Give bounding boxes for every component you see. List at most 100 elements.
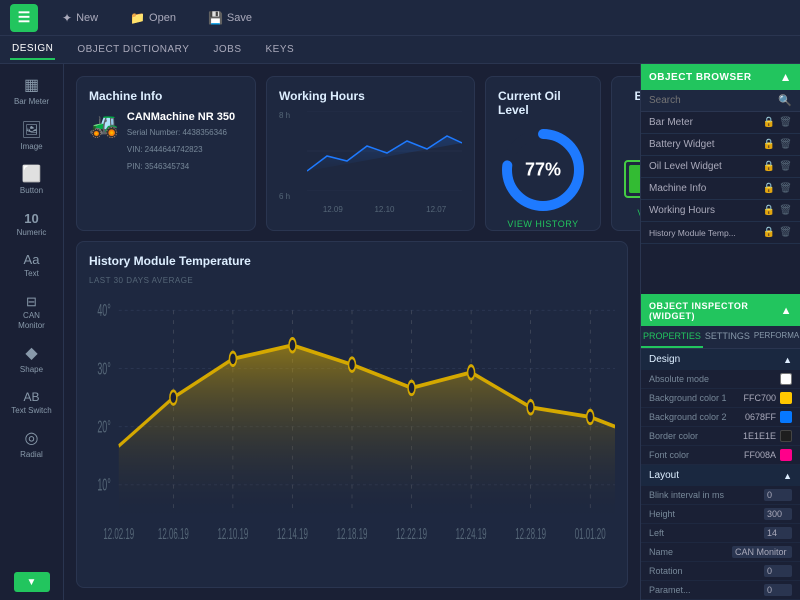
paramet-input[interactable] — [764, 584, 792, 596]
new-button[interactable]: ✦ New — [54, 7, 106, 29]
battery-cell-1 — [629, 165, 640, 193]
object-browser-title: OBJECT BROWSER — [649, 72, 752, 83]
font-color-swatch[interactable] — [780, 449, 792, 461]
svg-text:12.14.19: 12.14.19 — [277, 525, 308, 543]
x-label-1: 12.09 — [323, 205, 343, 214]
name-input[interactable] — [732, 546, 792, 558]
sidebar-item-radial[interactable]: ◎ Radial — [7, 425, 57, 466]
tab-jobs[interactable]: JOBS — [211, 40, 243, 59]
oil-level-value: 77% — [525, 160, 561, 181]
working-hours-title: Working Hours — [279, 89, 462, 103]
save-icon: 💾 — [208, 11, 223, 25]
machine-info-title: Machine Info — [89, 89, 243, 103]
svg-text:12.22.19: 12.22.19 — [396, 525, 427, 543]
absolute-mode-checkbox[interactable] — [780, 373, 792, 385]
sidebar-item-can-monitor[interactable]: ⊟ CAN Monitor — [7, 289, 57, 336]
lock-icon: 🔒 — [763, 205, 775, 216]
search-box: 🔍 — [641, 90, 800, 112]
bg-color1-swatch[interactable] — [780, 392, 792, 404]
open-icon: 📁 — [130, 11, 145, 25]
menu-icon: ☰ — [18, 9, 31, 26]
sidebar-item-text[interactable]: Aa Text — [7, 247, 57, 285]
oil-level-card: Current Oil Level 77% VIEW HISTORY — [485, 76, 601, 231]
sidebar-bottom: ▼ — [7, 572, 57, 592]
inspector-tab-properties[interactable]: PROPERTIES — [641, 326, 703, 348]
open-button[interactable]: 📁 Open — [122, 7, 184, 29]
svg-text:12.02.19: 12.02.19 — [103, 525, 134, 543]
inspector-tab-performance[interactable]: PERFORMA... — [752, 326, 800, 348]
search-input[interactable] — [649, 95, 774, 106]
history-temp-card: History Module Temperature LAST 30 DAYS … — [76, 241, 628, 588]
blink-interval-input[interactable] — [764, 489, 792, 501]
svg-text:12.10.19: 12.10.19 — [217, 525, 248, 543]
right-sidebar: OBJECT BROWSER ▲ 🔍 Bar Meter 🔒 🗑 Battery… — [640, 64, 800, 600]
tab-keys[interactable]: KEYS — [264, 40, 297, 59]
tractor-icon: 🚜 — [89, 111, 119, 140]
left-sidebar: ▦ Bar Meter 🖼 Image ⬜ Button 10 Numeric … — [0, 64, 64, 600]
obj-item-bar-meter[interactable]: Bar Meter 🔒 🗑 — [641, 112, 800, 134]
button-icon: ⬜ — [22, 167, 42, 183]
lock-icon: 🔒 — [763, 117, 775, 128]
inspector-row-absolute: Absolute mode — [641, 370, 800, 389]
machine-serial: Serial Number: 4438356346 — [127, 127, 235, 140]
left-input[interactable] — [764, 527, 792, 539]
sidebar-item-text-switch[interactable]: AB Text Switch — [7, 385, 57, 422]
inspector-layout-section: Layout ▲ Blink interval in ms Height Lef… — [641, 465, 800, 600]
obj-item-history-module[interactable]: History Module Temp... 🔒 🗑 — [641, 222, 800, 244]
sidebar-scroll-down[interactable]: ▼ — [14, 572, 50, 592]
sidebar-item-button[interactable]: ⬜ Button — [7, 161, 57, 202]
image-icon: 🖼 — [21, 123, 41, 139]
sidebar-item-bar-meter[interactable]: ▦ Bar Meter — [7, 72, 57, 113]
rotation-input[interactable] — [764, 565, 792, 577]
collapse-icon[interactable]: ▲ — [780, 70, 792, 84]
bg-color2-swatch[interactable] — [780, 411, 792, 423]
battery-body — [624, 160, 640, 198]
oil-level-donut: 77% — [498, 125, 588, 215]
x-label-2: 12.10 — [374, 205, 394, 214]
toolbar: ☰ ✦ New 📁 Open 💾 Save — [0, 0, 800, 36]
tab-design[interactable]: DESIGN — [10, 39, 55, 60]
svg-text:30°: 30° — [97, 358, 110, 378]
save-button[interactable]: 💾 Save — [200, 7, 260, 29]
sidebar-item-image[interactable]: 🖼 Image — [7, 117, 57, 158]
history-temp-title: History Module Temperature — [89, 254, 615, 268]
layout-collapse-icon[interactable]: ▲ — [783, 471, 792, 481]
obj-item-oil-level-widget[interactable]: Oil Level Widget 🔒 🗑 — [641, 156, 800, 178]
working-hours-chart — [307, 111, 462, 191]
border-color-swatch[interactable] — [780, 430, 792, 442]
delete-icon: 🗑 — [779, 117, 792, 128]
obj-item-working-hours[interactable]: Working Hours 🔒 🗑 — [641, 200, 800, 222]
machine-vin: VIN: 2444644742823 — [127, 144, 235, 157]
inspector-design-title: Design ▲ — [641, 349, 800, 370]
inspector-row-left: Left — [641, 524, 800, 543]
sidebar-item-numeric[interactable]: 10 Numeric — [7, 206, 57, 244]
main-layout: ▦ Bar Meter 🖼 Image ⬜ Button 10 Numeric … — [0, 64, 800, 600]
inspector-collapse-icon[interactable]: ▲ — [781, 305, 792, 317]
sidebar-item-shape[interactable]: ◆ Shape — [7, 340, 57, 381]
height-input[interactable] — [764, 508, 792, 520]
history-temp-chart: 40° 30° 20° 10° — [89, 291, 615, 572]
y-label-8h: 8 h — [279, 111, 290, 120]
inspector-row-name: Name — [641, 543, 800, 562]
svg-text:12.24.19: 12.24.19 — [456, 525, 487, 543]
view-history-link[interactable]: VIEW HISTORY — [507, 219, 578, 229]
svg-text:12.18.19: 12.18.19 — [337, 525, 368, 543]
history-temp-subtitle: LAST 30 DAYS AVERAGE — [89, 276, 615, 285]
tab-object-dictionary[interactable]: OBJECT DICTIONARY — [75, 40, 191, 59]
shape-icon: ◆ — [25, 346, 37, 362]
lock-icon: 🔒 — [763, 161, 775, 172]
svg-text:12.28.19: 12.28.19 — [515, 525, 546, 543]
machine-model: CANMachine NR 350 — [127, 111, 235, 123]
obj-item-battery-widget[interactable]: Battery Widget 🔒 🗑 — [641, 134, 800, 156]
bar-meter-icon: ▦ — [24, 78, 39, 94]
x-label-3: 12.07 — [426, 205, 446, 214]
object-list: Bar Meter 🔒 🗑 Battery Widget 🔒 🗑 Oil Lev… — [641, 112, 800, 294]
y-label-6h: 6 h — [279, 192, 290, 201]
inspector-tab-settings[interactable]: SETTINGS — [703, 326, 752, 348]
obj-item-machine-info[interactable]: Machine Info 🔒 🗑 — [641, 178, 800, 200]
design-collapse-icon[interactable]: ▲ — [783, 355, 792, 365]
inspector-row-border-color: Border color 1E1E1E — [641, 427, 800, 446]
menu-button[interactable]: ☰ — [10, 4, 38, 32]
machine-pin: PIN: 3546345734 — [127, 161, 235, 174]
delete-icon: 🗑 — [779, 205, 792, 216]
